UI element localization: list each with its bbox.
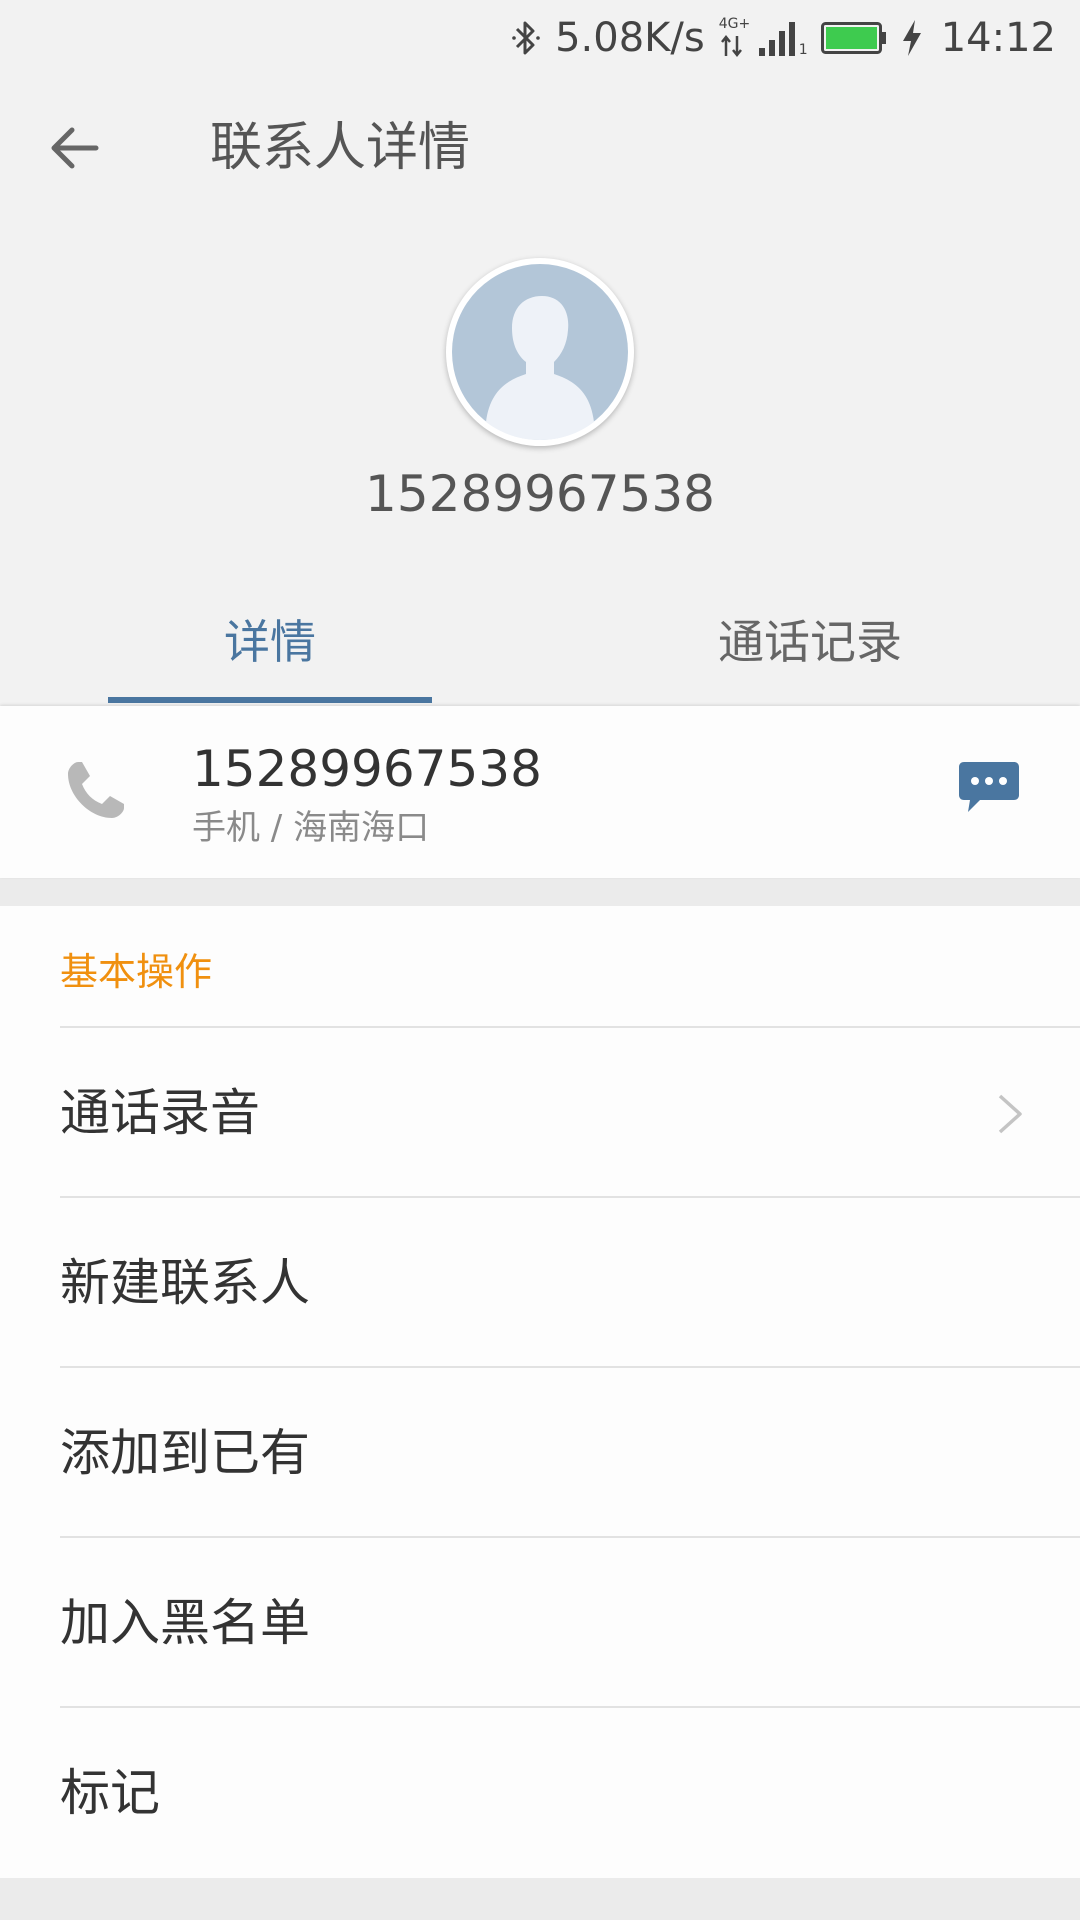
mark-row[interactable]: 标记 (60, 1706, 1080, 1878)
row-label: 标记 (60, 1764, 160, 1822)
phone-type-location: 手机 / 海南海口 (192, 808, 430, 848)
row-label: 加入黑名单 (60, 1594, 310, 1652)
row-label: 添加到已有 (60, 1424, 310, 1482)
row-label: 新建联系人 (60, 1254, 310, 1312)
chevron-right-icon (998, 1094, 1022, 1134)
page-title: 联系人详情 (210, 118, 471, 178)
tab-bar: 详情 通话记录 (0, 600, 1080, 706)
phone-number-row[interactable]: 15289967538 手机 / 海南海口 (0, 706, 1080, 878)
message-bubble-icon (959, 762, 1019, 812)
sim-slot-label: 1 (798, 42, 808, 58)
tab-indicator (108, 697, 432, 703)
tab-details[interactable]: 详情 (0, 600, 540, 706)
toolbar: 联系人详情 (0, 88, 1080, 208)
data-arrows-icon: 4G+ (719, 16, 750, 60)
basic-actions-section: 基本操作 通话录音 新建联系人 添加到已有 加入黑名单 标记 (0, 906, 1080, 1878)
person-silhouette-icon (452, 264, 628, 440)
contact-header: 5.08K/s 4G+ 1 14:12 联系人详情 15289967538 详情… (0, 0, 1080, 706)
contact-name: 15289967538 (365, 465, 715, 523)
avatar[interactable] (446, 258, 634, 446)
charging-icon (901, 18, 923, 58)
phone-number: 15289967538 (192, 740, 542, 798)
add-to-blacklist-row[interactable]: 加入黑名单 (60, 1536, 1080, 1708)
message-button[interactable] (958, 760, 1020, 816)
bluetooth-icon (511, 18, 541, 58)
section-header: 基本操作 (60, 950, 213, 994)
status-indicators: 5.08K/s 4G+ 1 14:12 (511, 10, 1056, 66)
network-speed: 5.08K/s (555, 15, 705, 61)
back-button[interactable] (36, 118, 112, 178)
add-to-existing-row[interactable]: 添加到已有 (60, 1366, 1080, 1538)
arrow-left-icon (51, 127, 99, 169)
network-type-label: 4G+ (718, 16, 751, 32)
status-bar: 5.08K/s 4G+ 1 14:12 (0, 0, 1080, 76)
new-contact-row[interactable]: 新建联系人 (60, 1196, 1080, 1368)
tab-call-log[interactable]: 通话记录 (540, 600, 1080, 706)
battery-icon (820, 22, 887, 54)
row-label: 通话录音 (60, 1084, 260, 1142)
clock: 14:12 (940, 15, 1056, 61)
call-recording-row[interactable]: 通话录音 (60, 1026, 1080, 1198)
signal-icon: 1 (758, 16, 808, 60)
phone-handset-icon[interactable] (64, 758, 128, 822)
